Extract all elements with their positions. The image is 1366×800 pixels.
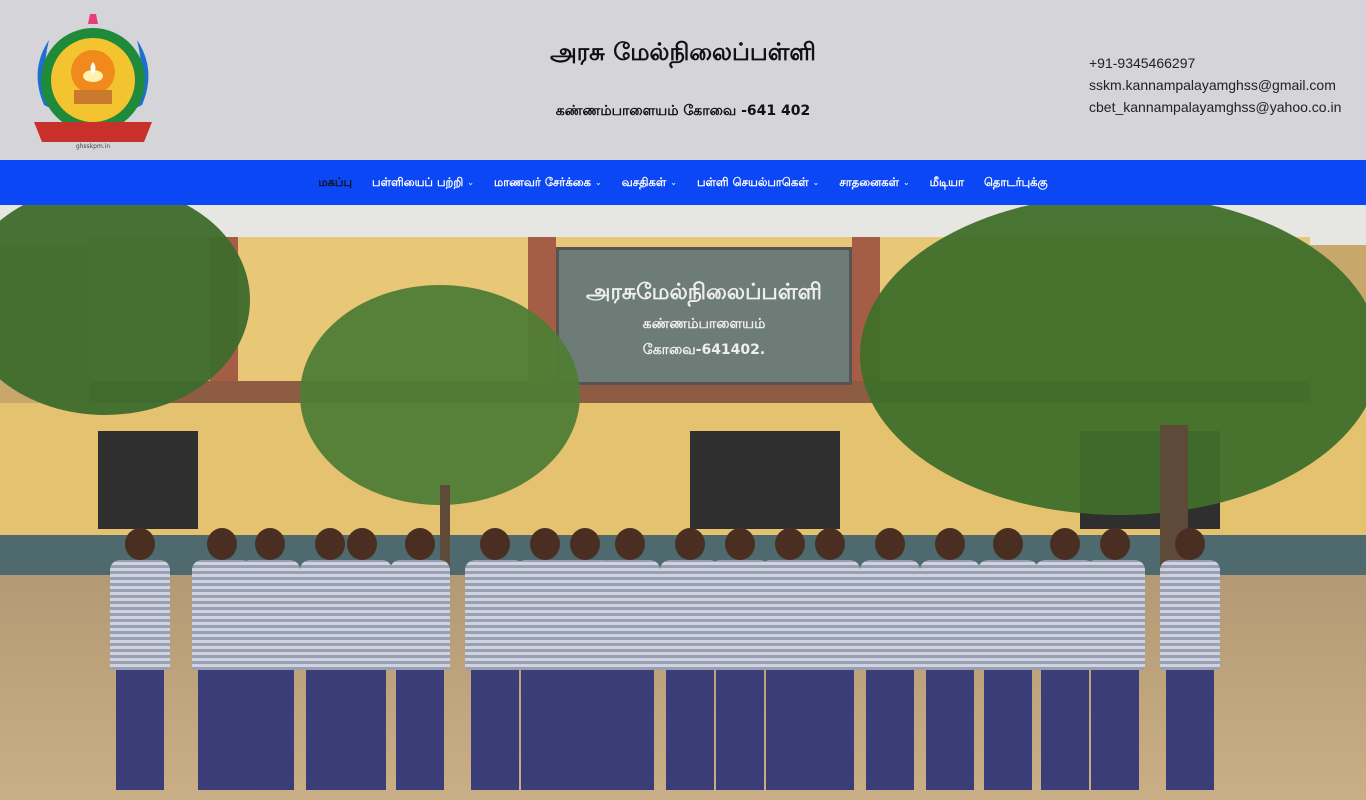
chevron-down-icon: ⌄ — [902, 178, 910, 187]
nav-item-media[interactable]: மீடியா — [920, 175, 974, 191]
chevron-down-icon: ⌄ — [595, 178, 602, 187]
nav-item-admission[interactable]: மாணவர் சேர்க்கை ⌄ — [484, 175, 612, 191]
main-nav: மகப்பு பள்ளியைப் பற்றி ⌄ மாணவர் சேர்க்கை… — [0, 160, 1366, 205]
school-logo[interactable]: ghsskpm.in — [24, 10, 162, 150]
nav-item-home[interactable]: மகப்பு — [308, 175, 362, 191]
chevron-down-icon: ⌄ — [467, 178, 474, 187]
student — [860, 528, 920, 790]
school-name-board: அரசுமேல்நிலைப்பள்ளி கண்ணம்பாளையம் கோவை-6… — [556, 247, 852, 385]
nav-item-about[interactable]: பள்ளியைப் பற்றி ⌄ — [362, 175, 484, 191]
hero-image: அரசுமேல்நிலைப்பள்ளி கண்ணம்பாளையம் கோவை-6… — [0, 205, 1366, 800]
contact-info: +91-9345466297 sskm.kannampalayamghss@gm… — [1089, 52, 1341, 118]
chevron-down-icon: ⌄ — [812, 178, 820, 187]
contact-phone[interactable]: +91-9345466297 — [1089, 52, 1341, 74]
student — [332, 528, 392, 790]
svg-text:ghsskpm.in: ghsskpm.in — [76, 143, 111, 150]
student — [110, 528, 170, 790]
student — [390, 528, 450, 790]
site-header: ghsskpm.in அரசு மேல்நிலைப்பள்ளி கண்ணம்பா… — [0, 0, 1366, 160]
tree-right — [860, 205, 1366, 515]
chevron-down-icon: ⌄ — [670, 178, 677, 187]
student — [978, 528, 1038, 790]
tree-center — [300, 285, 580, 505]
student — [1085, 528, 1145, 790]
nav-item-achievements[interactable]: சாதனைகள் ⌄ — [829, 175, 919, 191]
nav-item-contact[interactable]: தொடர்புக்கு — [974, 175, 1058, 191]
nav-item-facilities[interactable]: வசதிகள் ⌄ — [612, 175, 687, 191]
student — [240, 528, 300, 790]
student — [600, 528, 660, 790]
contact-email-gmail[interactable]: sskm.kannampalayamghss@gmail.com — [1089, 74, 1341, 96]
students-group — [100, 505, 1260, 800]
student — [800, 528, 860, 790]
contact-email-yahoo[interactable]: cbet_kannampalayamghss@yahoo.co.in — [1089, 96, 1341, 118]
student — [1160, 528, 1220, 790]
student — [920, 528, 980, 790]
nav-item-activities[interactable]: பள்ளி செயல்பாகெள் ⌄ — [687, 175, 829, 191]
